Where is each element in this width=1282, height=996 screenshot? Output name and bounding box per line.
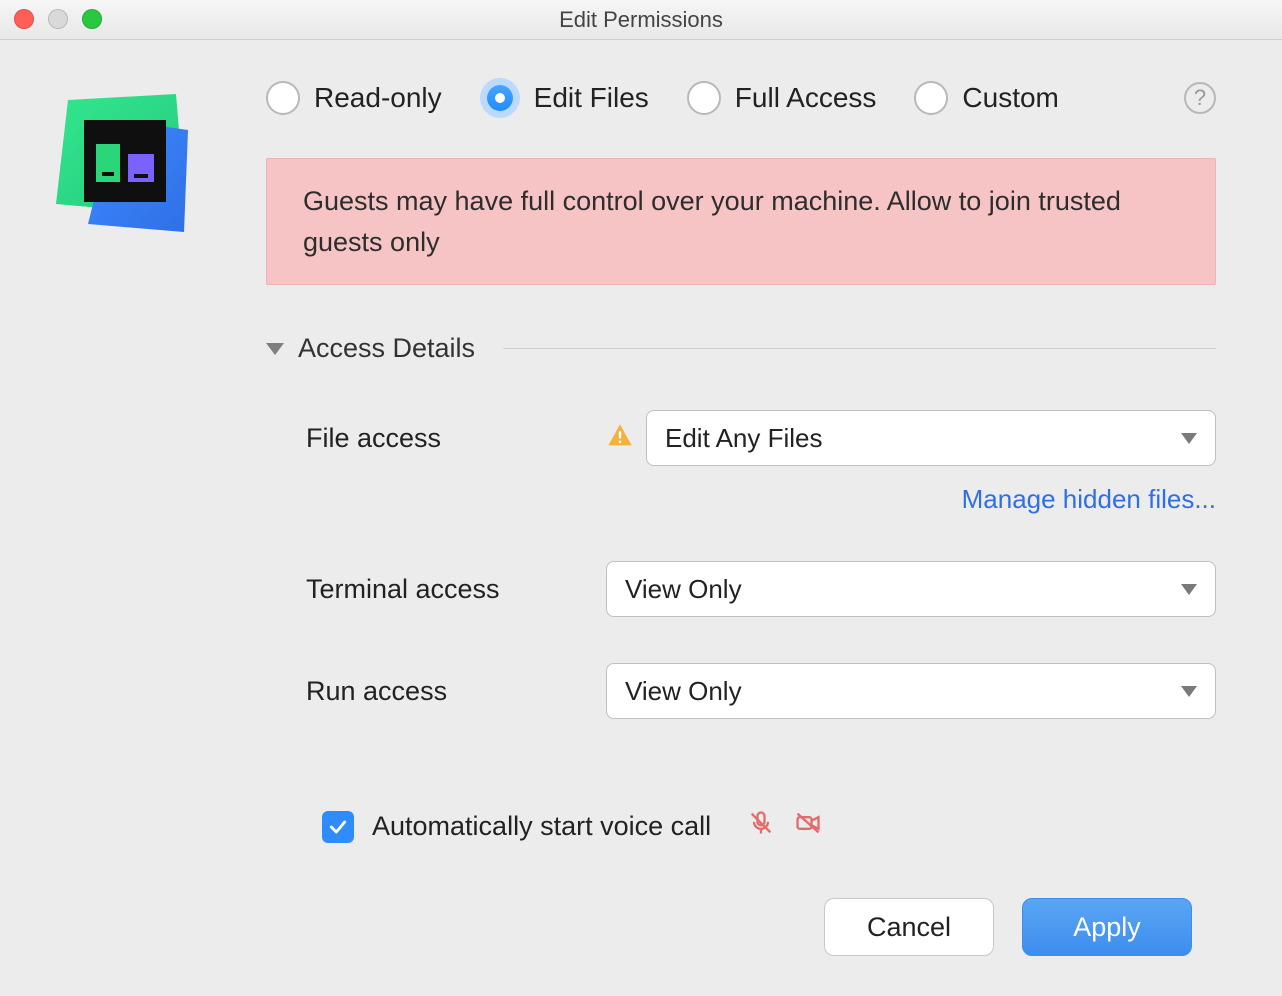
app-logo-area: [56, 78, 236, 844]
radio-icon: [266, 81, 300, 115]
access-details-header[interactable]: Access Details: [266, 333, 1216, 364]
radio-label: Full Access: [735, 82, 877, 114]
camera-off-icon[interactable]: [793, 809, 823, 844]
chevron-down-icon: [1181, 584, 1197, 595]
radio-custom[interactable]: Custom: [914, 81, 1058, 115]
manage-hidden-files-link[interactable]: Manage hidden files...: [962, 484, 1216, 514]
apply-button[interactable]: Apply: [1022, 898, 1192, 956]
file-access-select[interactable]: Edit Any Files: [646, 410, 1216, 466]
select-value: Edit Any Files: [665, 423, 823, 454]
separator: [503, 348, 1216, 349]
terminal-access-row: Terminal access View Only: [266, 561, 1216, 617]
code-with-me-icon: [56, 92, 196, 242]
cancel-button[interactable]: Cancel: [824, 898, 994, 956]
window-title: Edit Permissions: [559, 7, 723, 33]
permission-preset-radio-group: Read-only Edit Files Full Access Custom …: [266, 78, 1216, 118]
radio-icon: [687, 81, 721, 115]
titlebar: Edit Permissions: [0, 0, 1282, 40]
run-access-select[interactable]: View Only: [606, 663, 1216, 719]
radio-label: Custom: [962, 82, 1058, 114]
close-window-button[interactable]: [14, 9, 34, 29]
section-title: Access Details: [298, 333, 475, 364]
radio-edit-files[interactable]: Edit Files: [480, 78, 649, 118]
select-value: View Only: [625, 574, 742, 605]
run-access-label: Run access: [306, 676, 606, 707]
file-access-row: File access Edit Any Files: [266, 410, 1216, 466]
warning-banner: Guests may have full control over your m…: [266, 158, 1216, 285]
radio-icon: [480, 78, 520, 118]
chevron-down-icon: [1181, 433, 1197, 444]
chevron-down-icon: [266, 343, 284, 355]
radio-icon: [914, 81, 948, 115]
radio-full-access[interactable]: Full Access: [687, 81, 877, 115]
minimize-window-button[interactable]: [48, 9, 68, 29]
radio-label: Edit Files: [534, 82, 649, 114]
main-panel: Read-only Edit Files Full Access Custom …: [236, 78, 1216, 844]
zoom-window-button[interactable]: [82, 9, 102, 29]
radio-label: Read-only: [314, 82, 442, 114]
auto-voice-call-label: Automatically start voice call: [372, 811, 711, 842]
run-access-row: Run access View Only: [266, 663, 1216, 719]
dialog-buttons: Cancel Apply: [824, 898, 1192, 956]
manage-hidden-files-row: Manage hidden files...: [266, 484, 1216, 515]
mic-muted-icon[interactable]: [747, 809, 775, 844]
dialog-content: Read-only Edit Files Full Access Custom …: [0, 40, 1282, 874]
select-value: View Only: [625, 676, 742, 707]
auto-voice-call-checkbox[interactable]: [322, 811, 354, 843]
traffic-lights: [14, 9, 102, 29]
terminal-access-label: Terminal access: [306, 574, 606, 605]
terminal-access-select[interactable]: View Only: [606, 561, 1216, 617]
help-icon[interactable]: ?: [1184, 82, 1216, 114]
warning-icon: [606, 422, 634, 455]
radio-read-only[interactable]: Read-only: [266, 81, 442, 115]
chevron-down-icon: [1181, 686, 1197, 697]
auto-voice-call-row: Automatically start voice call: [266, 809, 1216, 844]
file-access-label: File access: [306, 423, 606, 454]
